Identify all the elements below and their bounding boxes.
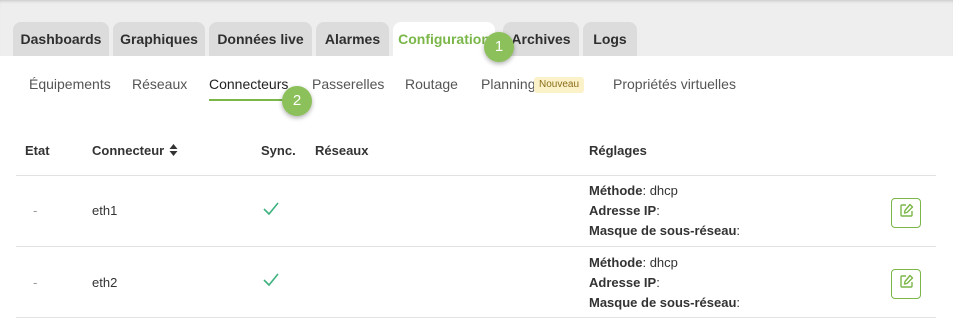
new-badge: Nouveau — [534, 77, 585, 93]
tab-dashboards[interactable]: Dashboards — [13, 22, 109, 56]
row-settings: Méthode: dhcp Adresse IP: Masque de sous… — [589, 183, 741, 238]
header-etat: Etat — [25, 143, 50, 158]
header-sync: Sync. — [261, 143, 296, 158]
top-tab-bar: Dashboards Graphiques Données live Alarm… — [0, 0, 953, 56]
ip-label: Adresse IP — [589, 275, 657, 290]
methode-value: dhcp — [649, 255, 678, 270]
check-icon — [263, 202, 279, 221]
subtab-passerelles[interactable]: Passerelles — [312, 76, 384, 92]
tab-archives[interactable]: Archives — [503, 22, 579, 56]
tab-configuration[interactable]: Configuration — [393, 22, 495, 56]
subtab-routage[interactable]: Routage — [405, 76, 458, 92]
header-reseaux: Réseaux — [315, 143, 369, 158]
check-icon — [263, 273, 279, 292]
subtab-reseaux[interactable]: Réseaux — [132, 76, 187, 92]
row-settings: Méthode: dhcp Adresse IP: Masque de sous… — [589, 255, 741, 310]
row-connecteur: eth1 — [92, 203, 118, 218]
row-etat: - — [33, 275, 38, 290]
tab-donnees-live[interactable]: Données live — [209, 22, 312, 56]
masque-label: Masque de sous-réseau — [589, 295, 737, 310]
edit-button[interactable] — [891, 269, 921, 299]
methode-label: Méthode — [589, 183, 643, 198]
subtab-planning[interactable]: Planning — [481, 76, 536, 92]
active-subtab-underline — [209, 99, 286, 101]
row-divider — [16, 317, 936, 318]
methode-label: Méthode — [589, 255, 643, 270]
edit-button[interactable] — [891, 198, 921, 228]
step-marker-2: 2 — [282, 86, 312, 116]
header-connecteur-label: Connecteur — [92, 143, 165, 158]
edit-icon — [899, 274, 914, 294]
subtab-equipements[interactable]: Équipements — [29, 76, 111, 92]
sort-icon[interactable] — [169, 143, 178, 160]
tab-graphiques[interactable]: Graphiques — [113, 22, 205, 56]
row-divider — [16, 246, 936, 247]
row-etat: - — [33, 203, 38, 218]
edit-icon — [899, 203, 914, 223]
step-marker-1: 1 — [484, 32, 514, 62]
tab-logs[interactable]: Logs — [583, 22, 637, 56]
subtab-connecteurs[interactable]: Connecteurs — [209, 76, 288, 92]
ip-label: Adresse IP — [589, 203, 657, 218]
header-reglages: Réglages — [589, 143, 647, 158]
row-connecteur: eth2 — [92, 275, 118, 290]
masque-label: Masque de sous-réseau — [589, 223, 737, 238]
header-connecteur[interactable]: Connecteur — [92, 143, 178, 160]
subtab-proprietes-virtuelles[interactable]: Propriétés virtuelles — [613, 76, 736, 92]
header-divider — [16, 175, 936, 176]
tab-alarmes[interactable]: Alarmes — [316, 22, 389, 56]
methode-value: dhcp — [649, 183, 678, 198]
